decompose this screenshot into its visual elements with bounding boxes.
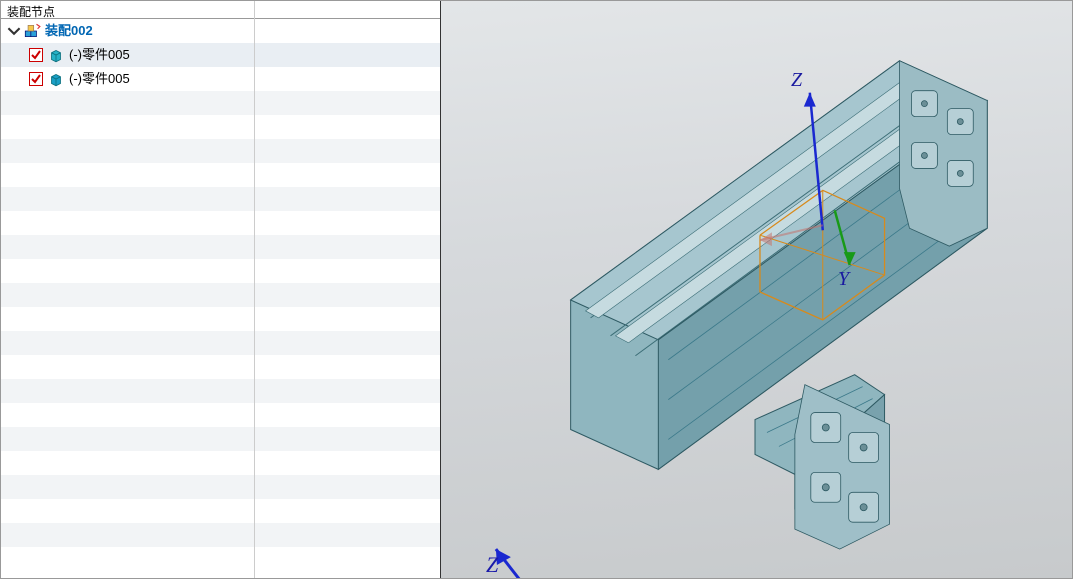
empty-row [1, 427, 440, 451]
tree-body: 装配002 (-)零件005 [1, 19, 440, 578]
part-name: 零件005 [82, 71, 130, 86]
empty-row [1, 475, 440, 499]
tree-row-part[interactable]: (-)零件005 [1, 67, 440, 91]
empty-row [1, 451, 440, 475]
empty-row [1, 379, 440, 403]
empty-row [1, 499, 440, 523]
empty-row [1, 547, 440, 571]
empty-row [1, 235, 440, 259]
view-triad[interactable] [496, 549, 531, 578]
empty-row [1, 211, 440, 235]
empty-row [1, 91, 440, 115]
expand-collapse-icon[interactable] [7, 24, 21, 38]
visibility-checkbox[interactable] [29, 48, 43, 62]
assembly-icon [23, 22, 41, 40]
empty-row [1, 523, 440, 547]
empty-row [1, 163, 440, 187]
axis-label-z: Z [791, 69, 802, 92]
part-prefix: (-) [69, 71, 82, 86]
empty-row [1, 115, 440, 139]
empty-row [1, 403, 440, 427]
empty-row [1, 187, 440, 211]
empty-row [1, 139, 440, 163]
triad-label-z: Z [486, 552, 498, 578]
tree-row-part[interactable]: (-)零件005 [1, 43, 440, 67]
part-prefix: (-) [69, 47, 82, 62]
empty-row [1, 355, 440, 379]
part-name: 零件005 [82, 47, 130, 62]
part-icon [47, 70, 65, 88]
extrusion-large [571, 61, 988, 470]
empty-row [1, 331, 440, 355]
assembly-label: 装配002 [45, 19, 93, 43]
empty-row [1, 283, 440, 307]
tree-header-label: 装配节点 [7, 6, 55, 18]
empty-row [1, 307, 440, 331]
visibility-checkbox[interactable] [29, 72, 43, 86]
part-label: (-)零件005 [69, 43, 130, 67]
part-label: (-)零件005 [69, 67, 130, 91]
axis-label-y: Y [838, 268, 849, 291]
3d-model-canvas[interactable] [441, 1, 1072, 578]
tree-header: 装配节点 [1, 1, 440, 19]
feature-tree-panel: 装配节点 装配002 [1, 1, 441, 578]
extrusion-small [755, 375, 890, 549]
3d-viewport[interactable]: Z Y Z [441, 1, 1072, 578]
empty-row [1, 259, 440, 283]
tree-row-assembly[interactable]: 装配002 [1, 19, 440, 43]
part-icon [47, 46, 65, 64]
